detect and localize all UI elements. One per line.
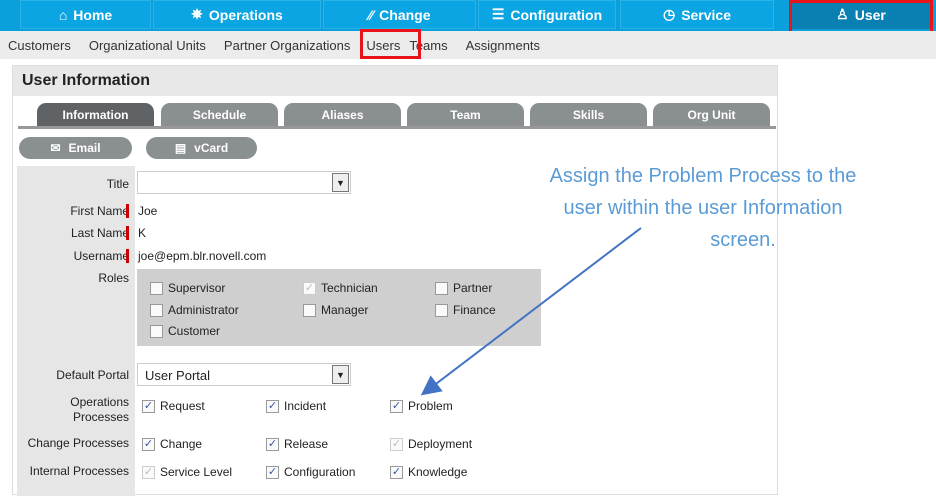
annotation-arrow bbox=[420, 227, 642, 396]
